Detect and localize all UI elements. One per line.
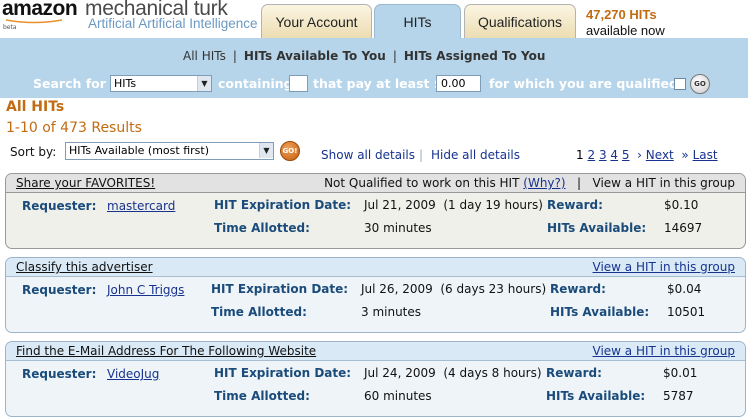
tab-your-account[interactable]: Your Account	[261, 4, 372, 39]
expiration-value: Jul 21, 2009 (1 day 19 hours)	[364, 198, 543, 212]
requester-link[interactable]: John C Triggs	[107, 283, 184, 297]
requester-label: Requester:	[22, 199, 97, 213]
subnav-separator: |	[392, 49, 397, 63]
hit-title-link[interactable]: Find the E-Mail Address For The Followin…	[16, 344, 316, 358]
available-hits-stat: 47,270 HITs available now	[586, 7, 665, 38]
hit-group-details: Requester: John C Triggs HIT Expiration …	[6, 277, 745, 332]
hit-group-card: Share your FAVORITES! Not Qualified to w…	[5, 173, 746, 249]
time-allotted-label: Time Allotted:	[214, 389, 310, 403]
not-qualified-text: Not Qualified to work on this HIT	[324, 176, 520, 190]
qualified-checkbox[interactable]	[674, 78, 686, 90]
details-separator: |	[419, 148, 424, 162]
hit-group-header: Share your FAVORITES! Not Qualified to w…	[6, 174, 745, 193]
hit-qualification-status: Not Qualified to work on this HIT (Why?)…	[324, 176, 735, 190]
hits-available-label: HITs Available:	[547, 221, 647, 235]
subnav-all-hits[interactable]: All HITs	[183, 49, 226, 63]
hit-group-header: Classify this advertiser View a HIT in t…	[6, 258, 745, 277]
qualified-label: for which you are qualified	[489, 76, 678, 91]
expiration-value: Jul 24, 2009 (4 days 8 hours)	[364, 366, 542, 380]
time-allotted-value: 60 minutes	[364, 389, 432, 403]
tab-qualifications[interactable]: Qualifications	[464, 4, 576, 39]
search-row: Search for HITs ▼ containing that pay at…	[0, 73, 748, 95]
expiration-label: HIT Expiration Date:	[214, 366, 352, 380]
keyword-input[interactable]	[289, 75, 308, 92]
reward-value: $0.10	[664, 198, 699, 212]
results-range: 1-10 of 473 Results	[6, 120, 142, 136]
sort-by-label: Sort by:	[10, 145, 57, 159]
hide-all-details-link[interactable]: Hide all details	[431, 148, 520, 162]
mturk-logo[interactable]: amazon mechanical turk Artificial Artifi…	[2, 0, 258, 34]
hits-available-label: HITs Available:	[546, 389, 646, 403]
subnav-separator: |	[232, 49, 237, 63]
requester-link[interactable]: mastercard	[107, 199, 175, 213]
time-allotted-label: Time Allotted:	[211, 305, 307, 319]
tab-hits[interactable]: HITs	[374, 4, 461, 41]
hits-available-value: 5787	[663, 389, 694, 403]
view-hit-link[interactable]: View a HIT in this group	[593, 260, 735, 274]
reward-label: Reward:	[546, 366, 602, 380]
view-hit-text: View a HIT in this group	[592, 176, 735, 190]
dropdown-arrow-icon: ▼	[197, 76, 211, 91]
subnav-assigned-to-you[interactable]: HITs Assigned To You	[404, 49, 546, 63]
expiration-value: Jul 26, 2009 (6 days 23 hours)	[361, 282, 547, 296]
view-hit-link-wrap: View a HIT in this group	[593, 260, 735, 274]
hit-group-header: Find the E-Mail Address For The Followin…	[6, 342, 745, 361]
hit-group-card: Classify this advertiser View a HIT in t…	[5, 257, 746, 333]
search-type-value: HITs	[114, 77, 137, 90]
hit-title-link[interactable]: Share your FAVORITES!	[16, 176, 155, 190]
search-for-label: Search for	[33, 76, 106, 91]
page-4-link[interactable]: 4	[610, 148, 618, 162]
pagination: 1 2 3 4 5 › Next » Last	[576, 148, 718, 162]
expiration-label: HIT Expiration Date:	[214, 198, 352, 212]
view-hit-link[interactable]: View a HIT in this group	[593, 344, 735, 358]
reward-label: Reward:	[547, 198, 603, 212]
requester-label: Requester:	[22, 283, 97, 297]
reward-label: Reward:	[550, 282, 606, 296]
requester-link[interactable]: VideoJug	[107, 367, 159, 381]
double-chevron-right-icon: »	[681, 148, 689, 162]
hit-title-link[interactable]: Classify this advertiser	[16, 260, 153, 274]
hits-available-label: HITs Available:	[550, 305, 650, 319]
page-2-link[interactable]: 2	[587, 148, 595, 162]
pay-label: that pay at least $	[313, 76, 443, 91]
min-reward-input[interactable]: 0.00	[436, 75, 481, 92]
time-allotted-value: 3 minutes	[361, 305, 422, 319]
reward-value: $0.01	[663, 366, 698, 380]
view-hit-link-wrap: View a HIT in this group	[593, 344, 735, 358]
page-3-link[interactable]: 3	[599, 148, 607, 162]
page-5-link[interactable]: 5	[622, 148, 630, 162]
reward-value: $0.04	[667, 282, 702, 296]
time-allotted-value: 30 minutes	[364, 221, 432, 235]
sort-select-value: HITs Available (most first)	[69, 144, 209, 157]
why-link[interactable]: (Why?)	[523, 176, 565, 190]
results-heading: All HITs	[6, 99, 65, 115]
search-type-select[interactable]: HITs ▼	[110, 75, 212, 92]
sort-select[interactable]: HITs Available (most first) ▼	[65, 142, 274, 160]
logo-beta: beta	[3, 24, 17, 31]
available-hits-sub: available now	[586, 23, 665, 38]
hit-group-card: Find the E-Mail Address For The Followin…	[5, 341, 746, 417]
next-page-link[interactable]: Next	[646, 148, 674, 162]
hits-available-value: 14697	[664, 221, 703, 235]
dropdown-arrow-icon: ▼	[259, 143, 273, 158]
containing-label: containing	[218, 76, 293, 91]
hits-subnav: All HITs | HITs Available To You | HITs Assi…	[183, 49, 545, 63]
hit-group-details: Requester: mastercard HIT Expiration Dat…	[6, 193, 745, 248]
available-hits-count: 47,270 HITs	[586, 7, 657, 22]
last-page-link[interactable]: Last	[693, 148, 718, 162]
hit-group-details: Requester: VideoJug HIT Expiration Date:…	[6, 361, 745, 416]
show-all-details-link[interactable]: Show all details	[321, 148, 415, 162]
page-1: 1	[576, 148, 584, 162]
logo-subtitle: Artificial Artificial Intelligence	[88, 16, 258, 31]
sort-go-button[interactable]: GO!	[280, 141, 300, 161]
logo-amazon-text: amazon	[2, 0, 78, 20]
chevron-right-icon: ›	[637, 148, 642, 162]
requester-label: Requester:	[22, 367, 97, 381]
hits-available-value: 10501	[667, 305, 706, 319]
search-go-button[interactable]: GO	[690, 74, 710, 94]
time-allotted-label: Time Allotted:	[214, 221, 310, 235]
subnav-available-to-you[interactable]: HITs Available To You	[244, 49, 386, 63]
expiration-label: HIT Expiration Date:	[211, 282, 349, 296]
